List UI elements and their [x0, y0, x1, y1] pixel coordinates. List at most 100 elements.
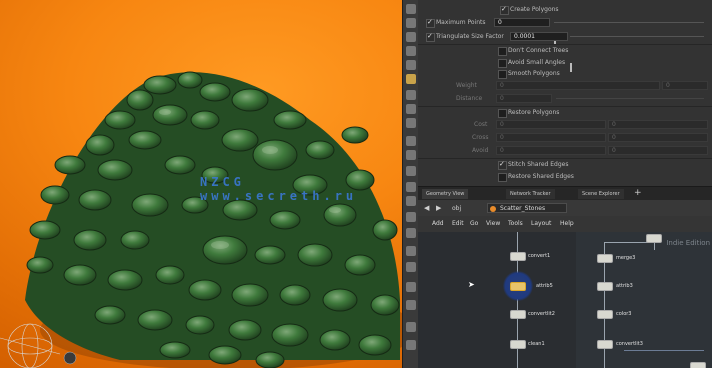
- param-row: Triangulate Size Factor 0.0001: [418, 31, 712, 72]
- distance-slider[interactable]: [556, 98, 704, 99]
- node-merge3[interactable]: [597, 254, 613, 263]
- edition-watermark: Indie Edition: [666, 239, 710, 247]
- geometry-icon[interactable]: [406, 228, 416, 238]
- menu-go[interactable]: Go: [470, 220, 478, 227]
- dot-icon[interactable]: [406, 166, 416, 176]
- menu-tools[interactable]: Tools: [508, 220, 523, 227]
- viewport-watermark: NZCG www.secreth.ru: [200, 175, 358, 203]
- node-top[interactable]: [646, 234, 662, 243]
- node-convertlit3[interactable]: [597, 340, 613, 349]
- display-icon[interactable]: [406, 182, 416, 192]
- light-icon[interactable]: [406, 74, 416, 84]
- weight-field-2[interactable]: 0: [662, 81, 708, 90]
- snap-icon[interactable]: [406, 118, 416, 128]
- checkbox[interactable]: [498, 47, 507, 56]
- brush-icon[interactable]: [406, 136, 416, 146]
- node-label: attrib3: [616, 283, 633, 289]
- node-attrib5[interactable]: [510, 282, 526, 291]
- maximum-points-field[interactable]: 0: [494, 18, 550, 27]
- node-wire: [654, 242, 655, 250]
- param-label: Restore Polygons: [508, 109, 560, 116]
- checkbox[interactable]: [498, 173, 507, 182]
- param-row: Cross 0 0: [418, 132, 712, 144]
- cost-field[interactable]: 0: [496, 120, 606, 129]
- view-tool-icon[interactable]: [406, 104, 416, 114]
- node-label: attrib5: [536, 283, 553, 289]
- menu-view[interactable]: View: [486, 220, 500, 227]
- menu-edit[interactable]: Edit: [452, 220, 464, 227]
- node-label: convertlit3: [616, 341, 643, 347]
- param-row: Avoid 0 0: [418, 145, 712, 157]
- ghost-icon[interactable]: [406, 212, 416, 222]
- checkbox[interactable]: [500, 5, 509, 15]
- param-label: Triangulate Size Factor: [436, 33, 504, 40]
- distance-field[interactable]: 0: [496, 94, 552, 103]
- checkbox[interactable]: [498, 109, 507, 118]
- camera-icon[interactable]: [406, 90, 416, 100]
- network-menu-bar: Add Edit Go View Tools Layout Help: [418, 216, 712, 232]
- param-label: Maximum Points: [436, 19, 486, 26]
- param-label: Distance: [456, 95, 483, 102]
- paint-icon[interactable]: [406, 196, 416, 206]
- checkbox[interactable]: [498, 59, 507, 68]
- triangulate-size-field[interactable]: 0.0001: [510, 32, 568, 41]
- select-tool-icon[interactable]: [406, 4, 416, 14]
- sphere-icon[interactable]: [406, 246, 416, 256]
- param-label: Weight: [456, 82, 477, 89]
- node-label: convertlit2: [528, 311, 555, 317]
- scale-tool-icon[interactable]: [406, 46, 416, 56]
- render-icon[interactable]: [406, 340, 416, 350]
- checkbox[interactable]: [426, 18, 435, 28]
- rotate-tool-icon[interactable]: [406, 32, 416, 42]
- checkbox[interactable]: [426, 32, 435, 42]
- tab-network-tracker[interactable]: Network Tracker: [506, 189, 555, 199]
- checkbox[interactable]: [498, 160, 507, 170]
- param-row: Maximum Points 0: [418, 17, 712, 44]
- pose-icon[interactable]: [406, 150, 416, 160]
- param-row: Restore Shared Edges: [418, 171, 712, 183]
- parameter-panel: Create Polygons Maximum Points 0 Triangu…: [418, 0, 712, 186]
- network-editor[interactable]: Indie Edition convert1 attrib5 convertli…: [418, 232, 712, 368]
- node-convertlit2[interactable]: [510, 310, 526, 319]
- node-color3[interactable]: [597, 310, 613, 319]
- node-clean1[interactable]: [510, 340, 526, 349]
- param-row: Smooth Polygons: [418, 68, 712, 80]
- avoid-field[interactable]: 0: [496, 146, 606, 155]
- handle-tool-icon[interactable]: [406, 60, 416, 70]
- forward-arrow-icon[interactable]: ▶: [436, 204, 441, 212]
- triangulate-size-slider[interactable]: [570, 36, 704, 37]
- back-arrow-icon[interactable]: ◀: [424, 204, 429, 212]
- avoid-field-2[interactable]: 0: [608, 146, 708, 155]
- visibility-icon[interactable]: [406, 262, 416, 272]
- maximum-points-slider[interactable]: [554, 22, 704, 23]
- snapshot-icon[interactable]: [406, 322, 416, 332]
- network-level[interactable]: obj: [452, 205, 461, 212]
- cross-field-2[interactable]: 0: [608, 133, 708, 142]
- node-wire: [624, 350, 704, 351]
- tab-scene-explorer[interactable]: Scene Explorer: [578, 189, 624, 199]
- move-tool-icon[interactable]: [406, 18, 416, 28]
- node-attrib3[interactable]: [597, 282, 613, 291]
- menu-add[interactable]: Add: [432, 220, 444, 227]
- tab-geometry-view[interactable]: Geometry View: [422, 189, 469, 199]
- param-label: Smooth Polygons: [508, 70, 560, 77]
- weight-field[interactable]: 0: [496, 81, 660, 90]
- cross-field[interactable]: 0: [496, 133, 606, 142]
- cost-field-2[interactable]: 0: [608, 120, 708, 129]
- object-path-button[interactable]: Scatter_Stones: [487, 203, 567, 213]
- grid-icon[interactable]: [406, 300, 416, 310]
- node-convert1[interactable]: [510, 252, 526, 261]
- param-row: Restore Polygons: [418, 107, 712, 119]
- menu-help[interactable]: Help: [560, 220, 574, 227]
- param-row: Distance 0: [418, 93, 712, 105]
- param-label: Restore Shared Edges: [508, 173, 574, 180]
- handle-gizmo[interactable]: [0, 298, 120, 368]
- param-row: Don't Connect Trees: [418, 45, 712, 57]
- node-bottom-right[interactable]: [690, 362, 706, 368]
- checkbox[interactable]: [498, 70, 507, 79]
- param-label: Cost: [474, 121, 488, 128]
- wireframe-icon[interactable]: [406, 282, 416, 292]
- add-tab-icon[interactable]: +: [634, 188, 642, 198]
- menu-layout[interactable]: Layout: [531, 220, 551, 227]
- 3d-viewport[interactable]: NZCG www.secreth.ru: [0, 0, 402, 368]
